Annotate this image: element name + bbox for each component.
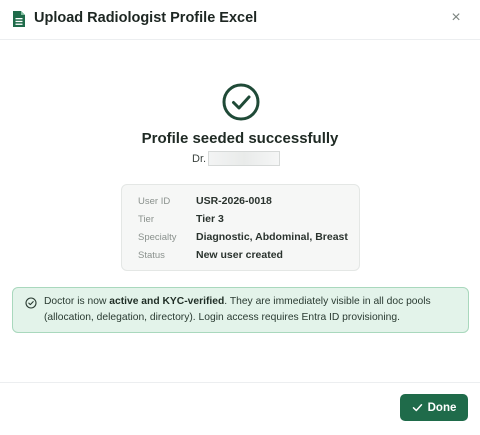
done-button[interactable]: Done: [400, 394, 468, 421]
doctor-name: Dr.: [192, 151, 281, 167]
close-button[interactable]: ×: [446, 8, 466, 28]
success-heading: Profile seeded successfully: [141, 130, 339, 147]
detail-value: Diagnostic, Abdominal, Breast: [196, 231, 348, 243]
detail-key: Tier: [138, 214, 155, 225]
notice-prefix: Doctor is now: [44, 296, 110, 307]
profile-details-card: User ID USR-2026-0018 Tier Tier 3 Specia…: [121, 184, 360, 271]
excel-file-icon: [13, 11, 25, 27]
detail-row-status: Status New user created: [122, 248, 359, 266]
done-label: Done: [427, 401, 457, 414]
dialog-title: Upload Radiologist Profile Excel: [34, 10, 258, 26]
check-circle-icon: [25, 297, 37, 309]
detail-value: USR-2026-0018: [196, 195, 272, 207]
detail-row-specialty: Specialty Diagnostic, Abdominal, Breast: [122, 230, 359, 248]
detail-key: Specialty: [138, 232, 177, 243]
detail-value: Tier 3: [196, 213, 224, 225]
redacted-name: [208, 151, 281, 166]
detail-row-user-id: User ID USR-2026-0018: [122, 194, 359, 212]
notice-emphasis: active and KYC-verified: [109, 296, 225, 307]
doctor-prefix: Dr.: [192, 153, 207, 165]
detail-key: Status: [138, 250, 165, 261]
detail-row-tier: Tier Tier 3: [122, 212, 359, 230]
upload-profile-dialog: Upload Radiologist Profile Excel × Profi…: [0, 0, 480, 435]
verification-notice: Doctor is now active and KYC-verified. T…: [12, 287, 469, 333]
close-icon: ×: [451, 9, 461, 26]
footer-divider: [0, 382, 480, 383]
dialog-header: Upload Radiologist Profile Excel ×: [0, 0, 480, 40]
check-icon: [412, 404, 422, 412]
notice-text: Doctor is now active and KYC-verified. T…: [44, 294, 460, 326]
check-circle-icon: [222, 83, 260, 121]
detail-key: User ID: [138, 196, 171, 207]
detail-value: New user created: [196, 249, 283, 261]
